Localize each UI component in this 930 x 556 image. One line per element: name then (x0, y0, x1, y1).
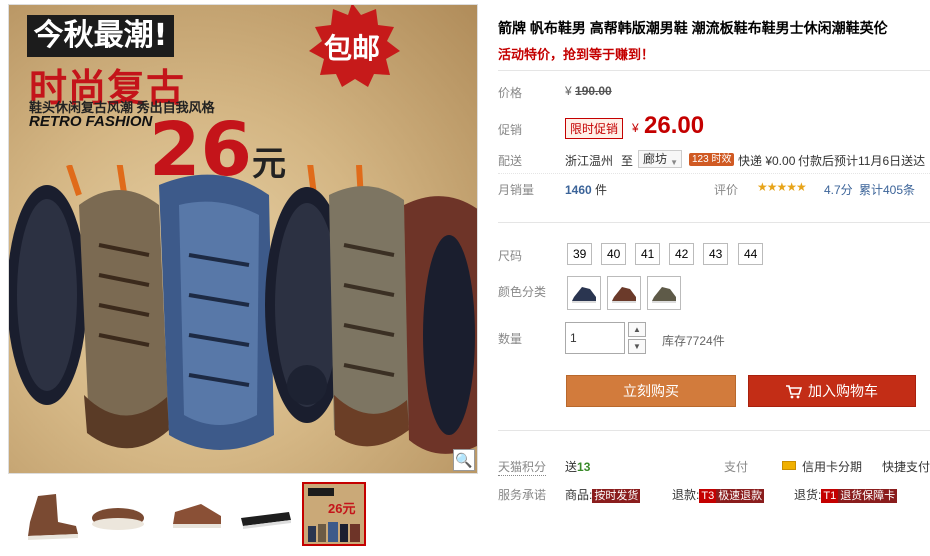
destination-select[interactable]: 廊坊 ▼ (638, 150, 682, 168)
currency-symbol: ¥ (565, 84, 572, 98)
shoe-olive-icon (652, 287, 676, 303)
size-option[interactable]: 42 (669, 243, 695, 265)
shoe-navy-icon (572, 287, 596, 303)
express-fee: 快递 ¥0.00 (738, 154, 796, 168)
monthly-sales-unit: 件 (595, 183, 608, 197)
delivery-eta: 付款后预计11月6日送达 (798, 154, 926, 168)
promo-price-label: 促销 (498, 123, 523, 137)
free-shipping-text: 包邮 (323, 32, 380, 65)
service-goods[interactable]: 商品: 按时发货 (565, 486, 641, 503)
chevron-down-icon: ▼ (670, 158, 678, 167)
credit-card-icon (782, 461, 796, 470)
shoe-side-icon (173, 504, 221, 528)
thumbnail-strip: 26元 (8, 482, 478, 548)
timeliness-badge: 123 时效 (689, 153, 735, 166)
promo-headline: 活动特价，抢到等于赚到！ (498, 47, 655, 62)
service-refund[interactable]: 退款: T3 极速退款 (672, 486, 765, 503)
tmall-points-label[interactable]: 天猫积分 (498, 458, 547, 476)
divider (498, 430, 930, 431)
color-option-navy[interactable] (567, 276, 601, 310)
thumbnail-promo-price: 26元 (328, 501, 356, 516)
monthly-sales: 1460 件 (565, 181, 607, 198)
buy-now-button[interactable]: 立刻购买 (566, 375, 736, 407)
promo-autumn-banner: 今秋最潮! (27, 15, 174, 57)
service-goods-label: 商品: (565, 488, 593, 502)
thumbnail-1[interactable] (18, 482, 82, 546)
size-option[interactable]: 43 (703, 243, 729, 265)
size-option[interactable]: 39 (567, 243, 593, 265)
ship-to-word: 至 (621, 154, 634, 168)
price-label: 价格 (498, 86, 523, 100)
divider (498, 173, 930, 174)
service-promise-label: 服务承诺 (498, 488, 547, 502)
divider (498, 222, 930, 223)
points-reward: 送13 (565, 458, 590, 475)
original-price-value: 190.00 (575, 84, 612, 98)
points-value: 13 (577, 460, 591, 474)
monthly-sales-label: 月销量 (498, 183, 535, 197)
cart-icon (786, 385, 802, 399)
service-return-code: T1 (821, 489, 839, 503)
shoe-sole-icon (241, 512, 291, 529)
size-option[interactable]: 40 (601, 243, 627, 265)
product-detail-panel: 箭牌 帆布鞋男 高帮韩版潮男鞋 潮流板鞋布鞋男士休闲潮鞋英伦 活动特价，抢到等于… (498, 0, 930, 556)
color-option-olive[interactable] (647, 276, 681, 310)
current-price: 26.00 (644, 112, 705, 139)
destination-value: 廊坊 (643, 152, 668, 166)
monthly-sales-count: 1460 (565, 183, 592, 197)
thumbnail-4[interactable] (233, 482, 297, 546)
original-price: ¥ 190.00 (565, 84, 612, 98)
service-refund-tag: 极速退款 (716, 489, 765, 503)
review-count-link[interactable]: 累计405条 (859, 181, 915, 198)
quantity-decrease-icon[interactable]: ▼ (628, 339, 646, 354)
service-return-label: 退货: (794, 488, 822, 502)
rating-score: 4.7分 (824, 183, 853, 197)
magnifier-icon[interactable]: 🔍 (453, 449, 475, 471)
service-goods-tag: 按时发货 (592, 489, 641, 503)
thumbnail-2[interactable] (88, 482, 152, 546)
service-refund-label: 退款: (672, 488, 700, 502)
thumbnail-3[interactable] (163, 482, 227, 546)
quick-pay-link[interactable]: 快捷支付 (882, 458, 930, 475)
size-option[interactable]: 44 (738, 243, 764, 265)
quantity-label: 数量 (498, 332, 523, 346)
main-product-image[interactable]: 今秋最潮! 时尚复古 鞋头休闲复古风潮 秀出自我风格 RETRO FASHION… (8, 4, 478, 474)
add-to-cart-button[interactable]: 加入购物车 (748, 375, 916, 407)
ship-from: 浙江温州 (565, 154, 614, 168)
retro-fashion-text: RETRO FASHION (29, 113, 153, 130)
service-return-tag: 退货保障卡 (838, 489, 898, 503)
payment-label: 支付 (724, 460, 749, 474)
service-refund-code: T3 (699, 489, 717, 503)
star-rating-icon: ★★★★★ (757, 180, 807, 194)
add-to-cart-label: 加入购物车 (808, 383, 878, 399)
shoe-brown-icon (612, 287, 636, 303)
shoes-illustration (9, 165, 477, 454)
product-title: 箭牌 帆布鞋男 高帮韩版潮男鞋 潮流板鞋布鞋男士休闲潮鞋英伦 (498, 20, 888, 36)
shoe-high-top-brown-icon (28, 494, 78, 540)
limited-promo-tag: 限时促销 (565, 118, 624, 139)
quantity-input[interactable] (565, 322, 625, 354)
size-option[interactable]: 41 (635, 243, 661, 265)
credit-installment-link[interactable]: 信用卡分期 (802, 458, 862, 475)
free-shipping-seal: 包邮 (301, 5, 403, 87)
stock-count: 库存7724件 (662, 334, 725, 348)
quantity-increase-icon[interactable]: ▲ (628, 322, 646, 337)
size-label: 尺码 (498, 249, 523, 263)
points-send-word: 送 (565, 460, 578, 474)
service-return[interactable]: 退货: T1 退货保障卡 (794, 486, 898, 503)
divider (498, 70, 930, 71)
rating-label: 评价 (714, 183, 739, 197)
shoe-pair-icon (92, 508, 144, 530)
color-label: 颜色分类 (498, 285, 547, 299)
color-option-brown[interactable] (607, 276, 641, 310)
current-currency-symbol: ¥ (632, 121, 639, 135)
thumbnail-5-active[interactable]: 26元 (302, 482, 366, 546)
shipping-label: 配送 (498, 154, 523, 168)
